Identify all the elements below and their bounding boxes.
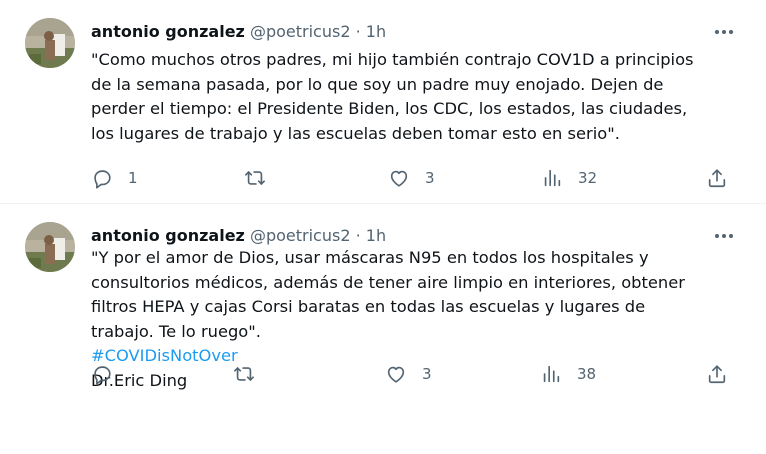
avatar[interactable]	[25, 222, 75, 272]
author-name[interactable]: antonio gonzalez	[91, 22, 245, 41]
views-count: 32	[578, 169, 598, 187]
tweet-header: antonio gonzalez @poetricus2 · 1h	[91, 226, 706, 246]
tweet-text-line: trabajo. Te lo ruego".	[91, 321, 261, 341]
avatar-image	[25, 222, 75, 272]
separator-dot: ·	[355, 22, 361, 41]
more-dots-icon	[715, 234, 733, 238]
tweet-actions: 1 3 32	[0, 166, 766, 190]
tweet-header: antonio gonzalez @poetricus2 · 1h	[91, 22, 706, 42]
tweet-text-line: perder el tiempo: el Presidente Biden, l…	[91, 99, 688, 118]
reply-count: 1	[128, 169, 138, 187]
share-icon	[708, 365, 726, 384]
more-dots-icon	[715, 30, 733, 34]
tweet-text-line: de la semana pasada, por lo que soy un p…	[91, 74, 664, 94]
views-button[interactable]: 38	[540, 362, 596, 386]
retweet-icon	[234, 367, 254, 381]
like-button[interactable]: 3	[388, 166, 435, 190]
views-chart-icon	[544, 169, 561, 187]
avatar-image	[25, 18, 75, 68]
reply-icon	[94, 170, 111, 189]
like-button[interactable]: 3	[385, 362, 432, 386]
tweet-text-line: "Como muchos otros padres, mi hijo tambi…	[91, 50, 694, 69]
reply-button[interactable]: 1	[91, 166, 138, 190]
tweet-actions: 3 38	[0, 362, 766, 386]
tweet-time[interactable]: 1h	[366, 22, 386, 41]
retweet-button[interactable]	[244, 166, 281, 190]
tweet-text-line: filtros HEPA y cajas Corsi baratas en to…	[91, 297, 646, 316]
views-count: 38	[577, 365, 597, 383]
share-button[interactable]	[706, 362, 728, 386]
tweet-text: "Como muchos otros padres, mi hijo tambi…	[91, 48, 731, 146]
tweet[interactable]: antonio gonzalez @poetricus2 · 1h "Como …	[0, 0, 766, 204]
tweet-text-line: consultorios médicos, además de tener ai…	[91, 272, 685, 292]
reply-button[interactable]	[91, 362, 128, 386]
author-handle[interactable]: @poetricus2	[250, 22, 351, 41]
share-icon	[708, 169, 726, 188]
retweet-button[interactable]	[233, 362, 270, 386]
retweet-icon	[245, 171, 265, 185]
more-options-button[interactable]	[712, 224, 736, 248]
more-options-button[interactable]	[712, 20, 736, 44]
tweet-time[interactable]: 1h	[366, 226, 386, 245]
author-handle[interactable]: @poetricus2	[250, 226, 351, 245]
avatar[interactable]	[25, 18, 75, 68]
reply-icon	[94, 366, 111, 385]
views-chart-icon	[543, 365, 560, 383]
separator-dot: ·	[355, 226, 361, 245]
like-count: 3	[425, 169, 435, 187]
views-button[interactable]: 32	[541, 166, 597, 190]
tweet-text-line: "Y por el amor de Dios, usar máscaras N9…	[91, 248, 649, 267]
author-name[interactable]: antonio gonzalez	[91, 226, 245, 245]
tweet-text-line: los lugares de trabajo y las escuelas de…	[91, 123, 620, 143]
heart-icon	[390, 170, 408, 187]
tweet[interactable]: antonio gonzalez @poetricus2 · 1h "Y por…	[0, 204, 766, 454]
share-button[interactable]	[706, 166, 728, 190]
like-count: 3	[422, 365, 432, 383]
heart-icon	[387, 366, 405, 383]
